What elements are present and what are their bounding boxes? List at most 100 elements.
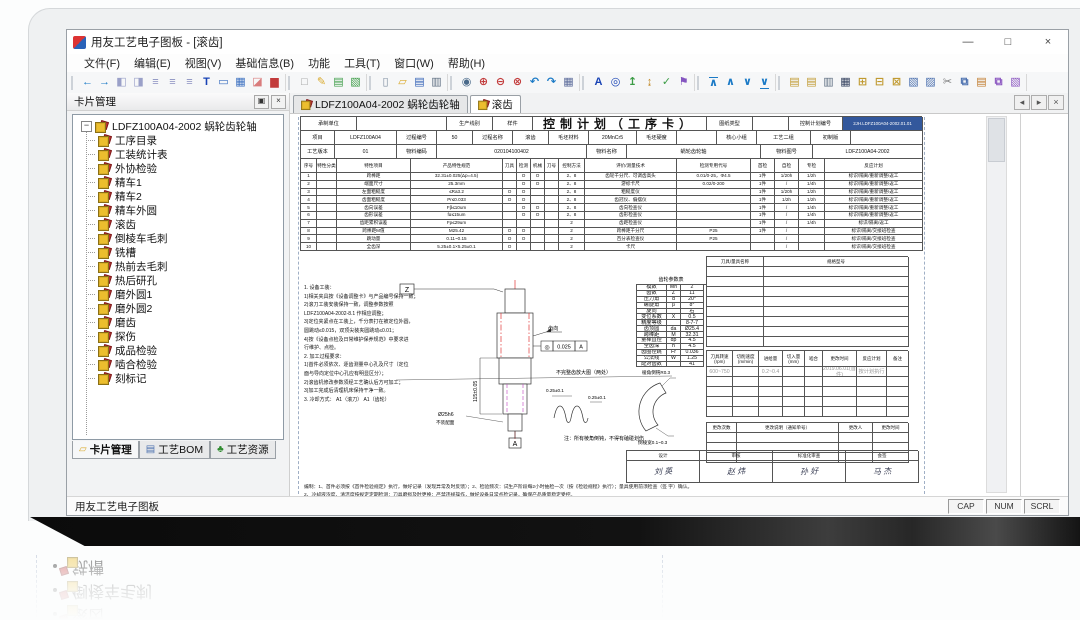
- doc-tab-process[interactable]: 滚齿: [470, 95, 521, 113]
- maximize-button[interactable]: □: [988, 31, 1028, 53]
- paste-row-icon[interactable]: ▤: [973, 74, 990, 91]
- tree-item[interactable]: 探伤: [73, 329, 283, 343]
- picture-box-icon[interactable]: ▦: [232, 74, 249, 91]
- print-preview-icon[interactable]: ◉: [458, 74, 475, 91]
- tree-item[interactable]: 磨外圆2: [73, 301, 283, 315]
- toolbar-drag-handle[interactable]: [369, 76, 374, 90]
- tree-item[interactable]: 磨齿: [73, 315, 283, 329]
- tree-item[interactable]: 成品检验: [73, 343, 283, 357]
- delete-page-icon[interactable]: ▨: [922, 74, 939, 91]
- menu-item[interactable]: 文件(F): [77, 55, 127, 71]
- roughness-icon[interactable]: ✓: [658, 74, 675, 91]
- sidebar-tab-folder-icon[interactable]: ▱卡片管理: [72, 441, 139, 459]
- edit-pencil-icon[interactable]: ✎: [313, 74, 330, 91]
- cut-row-icon[interactable]: ✂: [939, 74, 956, 91]
- prev-tab-button[interactable]: ◂: [1014, 95, 1030, 110]
- minimize-button[interactable]: —: [948, 31, 988, 53]
- save-icon[interactable]: ▤: [411, 74, 428, 91]
- nav-back-icon[interactable]: ←: [79, 74, 96, 91]
- insert-page-icon[interactable]: ▧: [905, 74, 922, 91]
- new-card-icon[interactable]: ▯: [377, 74, 394, 91]
- textbox-icon[interactable]: ▭: [215, 74, 232, 91]
- tree-item[interactable]: 磨外圆1: [73, 287, 283, 301]
- tree-item[interactable]: 铣槽: [73, 245, 283, 259]
- toolbar-drag-handle[interactable]: [778, 76, 783, 90]
- calculator-icon[interactable]: ▦: [560, 74, 577, 91]
- sidebar-tab-bom-icon[interactable]: ▤工艺BOM: [139, 441, 210, 459]
- redo-icon[interactable]: ↷: [543, 74, 560, 91]
- callout-flag-icon[interactable]: ⚑: [675, 74, 692, 91]
- toolbar-drag-handle[interactable]: [582, 76, 587, 90]
- zoom-fit-icon[interactable]: ⊗: [509, 74, 526, 91]
- merge-left-icon[interactable]: ◧: [113, 74, 130, 91]
- menu-item[interactable]: 工具(T): [337, 55, 387, 71]
- tree-item[interactable]: 热后研孔: [73, 273, 283, 287]
- tree-item[interactable]: 刻标记: [73, 371, 283, 385]
- sidebar-tab-resource-tree-icon[interactable]: ♣工艺资源: [210, 441, 276, 459]
- copy-card-icon[interactable]: ⧉: [990, 74, 1007, 91]
- symbol-up-icon[interactable]: ↥: [624, 74, 641, 91]
- move-top-icon[interactable]: ∧: [705, 74, 722, 91]
- close-panel-button[interactable]: ×: [271, 95, 286, 109]
- tree-expander-icon[interactable]: −: [81, 121, 92, 132]
- toolbar-drag-handle[interactable]: [71, 76, 76, 90]
- undo-icon[interactable]: ↶: [526, 74, 543, 91]
- next-tab-button[interactable]: ▸: [1031, 95, 1047, 110]
- align-center-icon[interactable]: ≡: [164, 74, 181, 91]
- zoom-out-icon[interactable]: ⊖: [492, 74, 509, 91]
- insert-image-icon[interactable]: ▤: [330, 74, 347, 91]
- delete-card-icon[interactable]: ▤: [803, 74, 820, 91]
- tree-item[interactable]: 外协检验: [73, 161, 283, 175]
- zoom-in-icon[interactable]: ⊕: [475, 74, 492, 91]
- replace-image-icon[interactable]: ▧: [347, 74, 364, 91]
- fill-red-icon[interactable]: ▆: [266, 74, 283, 91]
- eraser-icon[interactable]: ◪: [249, 74, 266, 91]
- tree-item[interactable]: 滚齿: [73, 217, 283, 231]
- tree-item[interactable]: 啮合检验: [73, 357, 283, 371]
- nav-forward-icon[interactable]: →: [96, 74, 113, 91]
- tree-root-item[interactable]: −LDFZ100A04-2002 蜗轮齿轮轴: [73, 119, 283, 133]
- find-card-icon[interactable]: ▤: [786, 74, 803, 91]
- align-right-icon[interactable]: ≡: [181, 74, 198, 91]
- insert-row-below-icon[interactable]: ⊟: [871, 74, 888, 91]
- menu-item[interactable]: 帮助(H): [441, 55, 492, 71]
- output-card-icon[interactable]: ▥: [820, 74, 837, 91]
- tree-item[interactable]: 工装统计表: [73, 147, 283, 161]
- tree-item[interactable]: 工序目录: [73, 133, 283, 147]
- copy-row-icon[interactable]: ⧉: [956, 74, 973, 91]
- merge-right-icon[interactable]: ◨: [130, 74, 147, 91]
- tree-item[interactable]: 倒棱车毛刺: [73, 231, 283, 245]
- toolbar-drag-handle[interactable]: [450, 76, 455, 90]
- move-bottom-icon[interactable]: ∨: [756, 74, 773, 91]
- move-down-icon[interactable]: ∨: [739, 74, 756, 91]
- vertical-scrollbar[interactable]: [986, 116, 1007, 493]
- menu-item[interactable]: 视图(V): [178, 55, 229, 71]
- toolbar-drag-handle[interactable]: [288, 76, 293, 90]
- toolbar-drag-handle[interactable]: [697, 76, 702, 90]
- menu-item[interactable]: 窗口(W): [387, 55, 441, 71]
- delete-row-icon[interactable]: ⊠: [888, 74, 905, 91]
- doc-tab-part[interactable]: LDFZ100A04-2002 蜗轮齿轮轴: [293, 95, 468, 113]
- menu-item[interactable]: 编辑(E): [127, 55, 178, 71]
- print-icon[interactable]: ▥: [428, 74, 445, 91]
- select-region-icon[interactable]: □: [296, 74, 313, 91]
- tree-item[interactable]: 精车1: [73, 175, 283, 189]
- move-up-icon[interactable]: ∧: [722, 74, 739, 91]
- align-left-icon[interactable]: ≡: [147, 74, 164, 91]
- open-card-icon[interactable]: ▱: [394, 74, 411, 91]
- text-tool-icon[interactable]: T: [198, 74, 215, 91]
- tree-item[interactable]: 精车外圆: [73, 203, 283, 217]
- menu-item[interactable]: 功能: [301, 55, 337, 71]
- tree-item[interactable]: 精车2: [73, 189, 283, 203]
- close-button[interactable]: ×: [1028, 31, 1068, 53]
- menu-item[interactable]: 基础信息(B): [228, 55, 301, 71]
- lock-card-icon[interactable]: ▦: [837, 74, 854, 91]
- sign-card-icon[interactable]: ▧: [1007, 74, 1024, 91]
- symbol-swap-icon[interactable]: ↨: [641, 74, 658, 91]
- float-panel-button[interactable]: ▣: [254, 95, 269, 109]
- scrollbar-thumb[interactable]: [988, 118, 1005, 162]
- font-icon[interactable]: A: [590, 74, 607, 91]
- insert-row-above-icon[interactable]: ⊞: [854, 74, 871, 91]
- tree-item[interactable]: 热前去毛刺: [73, 259, 283, 273]
- encircle-text-icon[interactable]: ◎: [607, 74, 624, 91]
